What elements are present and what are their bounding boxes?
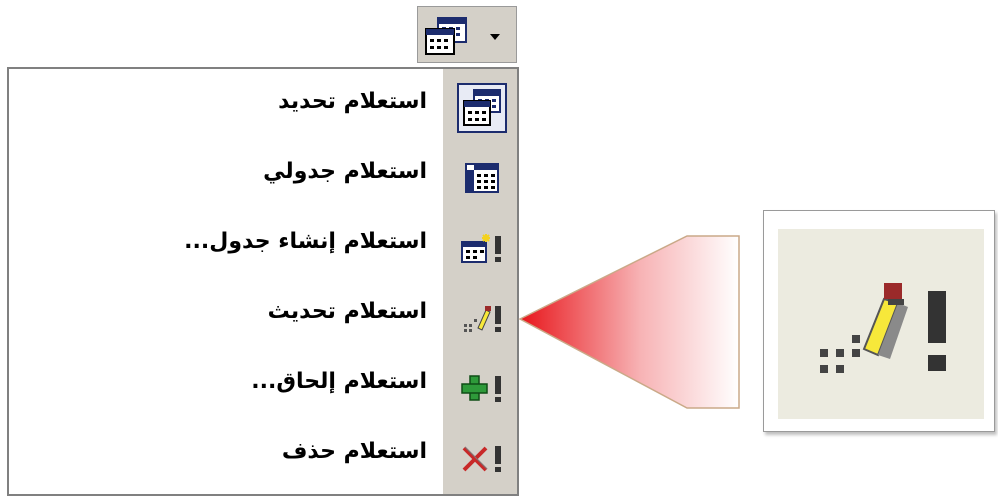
zoomed-icon-background: [778, 229, 984, 419]
update-query-icon: [816, 277, 956, 391]
zoomed-icon-box: [763, 210, 995, 432]
